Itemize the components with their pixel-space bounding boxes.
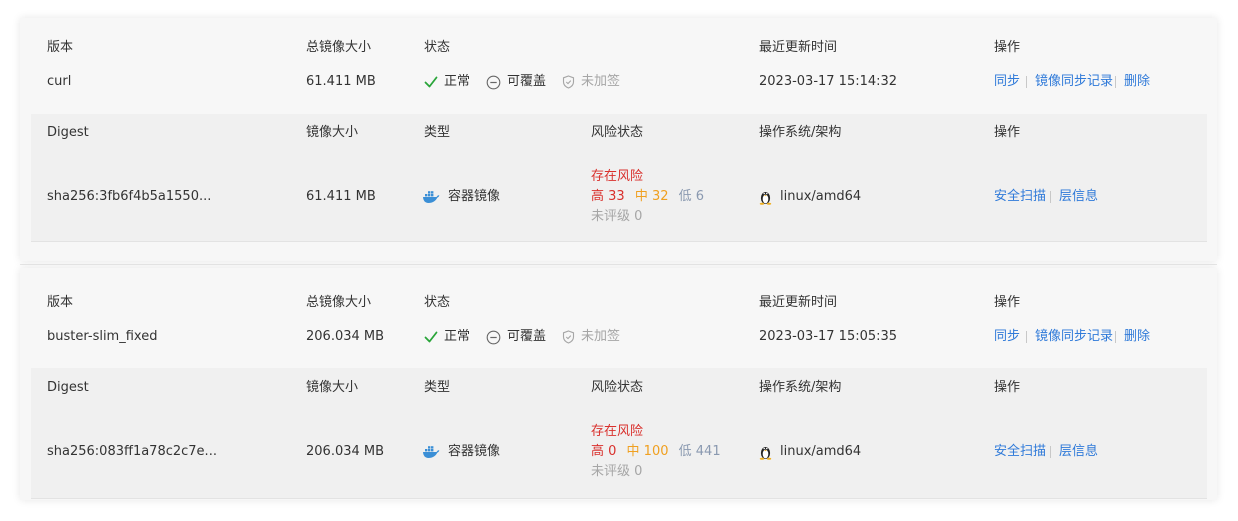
- sync-history-link[interactable]: 镜像同步记录: [1035, 73, 1113, 91]
- digest-header-risk: 风险状态: [591, 380, 644, 395]
- risk-low: 低 441: [678, 444, 721, 459]
- action-separator: [1050, 446, 1051, 458]
- risk-high: 高 33: [591, 189, 625, 204]
- risk-counts: 高 33 中 32 低 6: [591, 188, 710, 206]
- status-unsigned-label: 未加签: [581, 74, 621, 89]
- card-divider: [20, 264, 1217, 265]
- shield-icon: [562, 330, 575, 344]
- status-overwritable: 可覆盖: [486, 328, 546, 346]
- status-normal-label: 正常: [444, 329, 471, 344]
- risk-title: 存在风险: [591, 424, 644, 439]
- os-arch-label: linux/amd64: [780, 189, 862, 204]
- digest-type-label: 容器镜像: [448, 189, 501, 204]
- digest-header-type: 类型: [424, 125, 451, 140]
- digest-header-os: 操作系统/架构: [759, 125, 842, 140]
- risk-unrated: 未评级 0: [591, 209, 643, 224]
- digest-header-digest: Digest: [47, 380, 89, 395]
- risk-low: 低 6: [678, 189, 705, 204]
- updated-time: 2023-03-17 15:05:35: [759, 329, 898, 344]
- check-icon: [424, 331, 438, 343]
- action-separator: [1115, 331, 1116, 343]
- digest-header-ops: 操作: [994, 380, 1021, 395]
- col-header-total-size: 总镜像大小: [306, 295, 372, 310]
- delete-link[interactable]: 删除: [1124, 328, 1150, 346]
- action-separator: [1026, 331, 1027, 343]
- col-header-updated: 最近更新时间: [759, 40, 838, 55]
- col-header-ops: 操作: [994, 295, 1021, 310]
- layer-info-link[interactable]: 层信息: [1059, 443, 1098, 461]
- digest-type: 容器镜像: [422, 188, 500, 206]
- digest-type: 容器镜像: [422, 443, 500, 461]
- digest-header-size: 镜像大小: [306, 125, 359, 140]
- os-arch: linux/amd64: [759, 443, 861, 461]
- digest-header-digest: Digest: [47, 125, 89, 140]
- action-separator: [1026, 76, 1027, 88]
- minus-circle-icon: [486, 75, 501, 89]
- status-normal: 正常: [424, 73, 470, 91]
- sync-history-link[interactable]: 镜像同步记录: [1035, 328, 1113, 346]
- version-name: curl: [47, 74, 72, 89]
- delete-link[interactable]: 删除: [1124, 73, 1150, 91]
- security-scan-link[interactable]: 安全扫描: [994, 443, 1046, 461]
- col-header-version: 版本: [47, 40, 74, 55]
- shield-icon: [562, 75, 575, 89]
- layer-info-link[interactable]: 层信息: [1059, 188, 1098, 206]
- total-size-value: 61.411 MB: [306, 74, 376, 89]
- linux-icon: [759, 447, 772, 460]
- docker-icon: [423, 446, 440, 458]
- digest-header-type: 类型: [424, 380, 451, 395]
- col-header-updated: 最近更新时间: [759, 295, 838, 310]
- check-icon: [424, 76, 438, 88]
- status-unsigned: 未加签: [562, 73, 620, 91]
- status-overwritable-label: 可覆盖: [507, 329, 547, 344]
- digest-header-risk: 风险状态: [591, 125, 644, 140]
- risk-high: 高 0: [591, 444, 617, 459]
- total-size-value: 206.034 MB: [306, 329, 385, 344]
- digest-header-os: 操作系统/架构: [759, 380, 842, 395]
- status-unsigned-label: 未加签: [581, 329, 621, 344]
- os-arch-label: linux/amd64: [780, 444, 862, 459]
- sync-link[interactable]: 同步: [994, 328, 1020, 346]
- status-unsigned: 未加签: [562, 328, 620, 346]
- risk-unrated: 未评级 0: [591, 464, 643, 479]
- digest-hash: sha256:083ff1a78c2c7e...: [47, 444, 217, 459]
- digest-header-size: 镜像大小: [306, 380, 359, 395]
- docker-icon: [423, 191, 440, 203]
- linux-icon: [759, 192, 772, 205]
- action-separator: [1050, 191, 1051, 203]
- sync-link[interactable]: 同步: [994, 73, 1020, 91]
- col-header-total-size: 总镜像大小: [306, 40, 372, 55]
- digest-type-label: 容器镜像: [448, 444, 501, 459]
- col-header-status: 状态: [424, 295, 451, 310]
- risk-medium: 中 32: [634, 189, 669, 204]
- os-arch: linux/amd64: [759, 188, 861, 206]
- digest-header-ops: 操作: [994, 125, 1021, 140]
- minus-circle-icon: [486, 330, 501, 344]
- digest-hash: sha256:3fb6f4b5a1550...: [47, 189, 212, 204]
- version-name: buster-slim_fixed: [47, 329, 158, 344]
- status-normal-label: 正常: [444, 74, 471, 89]
- risk-title: 存在风险: [591, 169, 644, 184]
- digest-size: 61.411 MB: [306, 189, 376, 204]
- risk-medium: 中 100: [626, 444, 669, 459]
- action-separator: [1115, 76, 1116, 88]
- status-normal: 正常: [424, 328, 470, 346]
- status-overwritable: 可覆盖: [486, 73, 546, 91]
- status-group: 正常 可覆盖 未加签: [424, 328, 630, 346]
- col-header-version: 版本: [47, 295, 74, 310]
- risk-counts: 高 0 中 100 低 441: [591, 443, 727, 461]
- col-header-ops: 操作: [994, 40, 1021, 55]
- status-group: 正常 可覆盖 未加签: [424, 73, 630, 91]
- updated-time: 2023-03-17 15:14:32: [759, 74, 898, 89]
- status-overwritable-label: 可覆盖: [507, 74, 547, 89]
- security-scan-link[interactable]: 安全扫描: [994, 188, 1046, 206]
- col-header-status: 状态: [424, 40, 451, 55]
- digest-size: 206.034 MB: [306, 444, 385, 459]
